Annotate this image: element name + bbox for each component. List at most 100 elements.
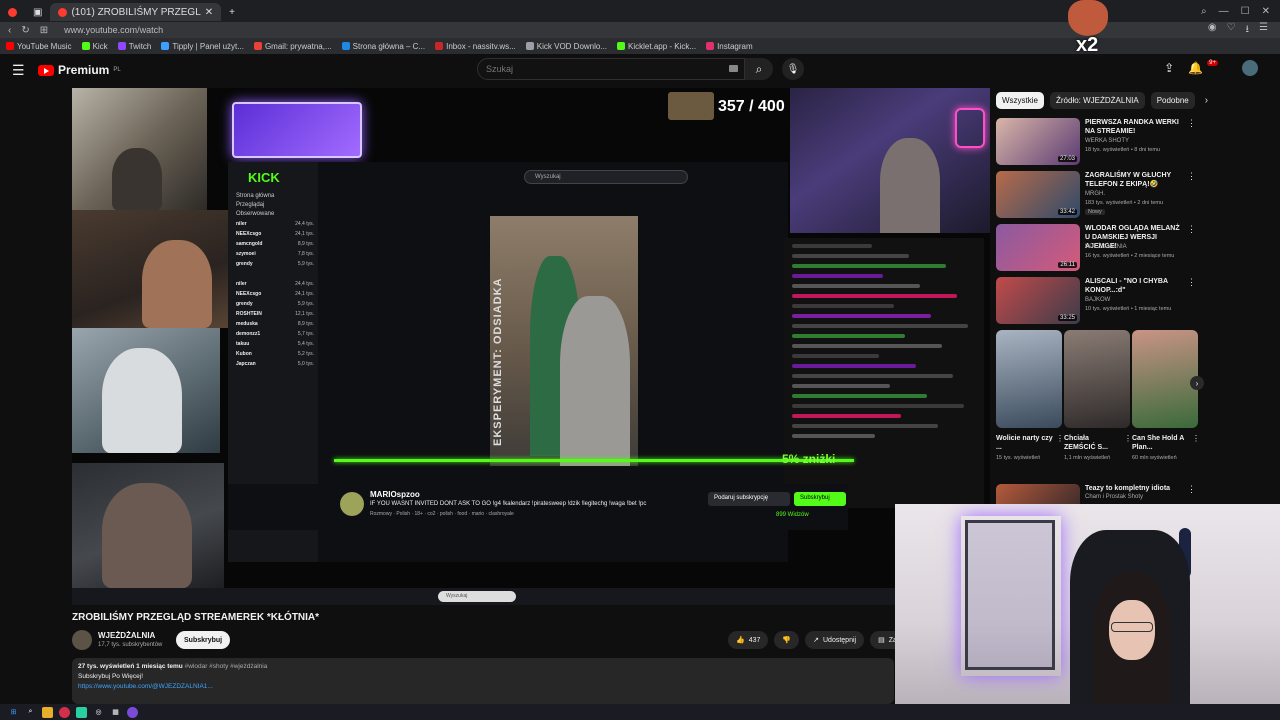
recommendation-channel[interactable]: Cham i Prostak Shoty — [1085, 494, 1143, 500]
opera-menu-icon[interactable] — [0, 3, 25, 21]
bookmark-item[interactable]: Strona główna – C... — [341, 42, 425, 51]
more-options-icon[interactable]: ⋮ — [1192, 434, 1200, 443]
recommendation-title[interactable]: ZAGRALIŚMY W GŁUCHY TELEFON Z EKIPĄ!🤣 — [1085, 171, 1185, 189]
recommendation-title[interactable]: ALISCALI - "NO I CHYBA KONOP...:d" — [1085, 277, 1185, 295]
obs-icon[interactable]: ◎ — [93, 707, 104, 718]
channel-avatar[interactable] — [72, 630, 92, 650]
short-title[interactable]: Wolicie narty czy ... — [996, 434, 1054, 452]
channel-name[interactable]: WJEŻDŻALNIA — [98, 631, 155, 640]
kick-channel-row: NEEXcsgo 24,1 tys. — [236, 231, 314, 237]
recommendation-item[interactable]: 33:42 ZAGRALIŚMY W GŁUCHY TELEFON Z EKIPĄ… — [996, 171, 1200, 221]
terminal-icon[interactable]: ▦ — [110, 707, 121, 718]
kick-channel-row: NEEXcsgo 24,1 tys. — [236, 291, 314, 297]
recommendation-thumbnail[interactable]: 27:03 — [996, 118, 1080, 165]
windows-start-icon[interactable]: ⊞ — [8, 707, 19, 718]
more-options-icon[interactable]: ⋮ — [1187, 118, 1196, 129]
description-link[interactable]: https://www.youtube.com/@WJEZDZALNIA1... — [78, 683, 213, 690]
short-thumbnail[interactable] — [1132, 330, 1198, 428]
maximize-icon[interactable]: ☐ — [1241, 6, 1250, 17]
video-duration: 33:42 — [1057, 209, 1077, 215]
bookmark-item[interactable]: Kicklet.app - Kick... — [617, 42, 696, 51]
account-avatar[interactable] — [1242, 60, 1258, 76]
new-tab-button[interactable]: + — [221, 3, 243, 21]
back-icon[interactable]: ‹ — [8, 25, 11, 36]
keyboard-icon[interactable] — [729, 65, 738, 72]
recommendation-thumbnail[interactable]: 33:25 — [996, 277, 1080, 324]
short-thumbnail[interactable] — [996, 330, 1062, 428]
bookmark-item[interactable]: Kick — [81, 42, 108, 51]
download-icon[interactable]: ⭳ — [1246, 22, 1250, 39]
bookmark-item[interactable]: Gmail: prywatna,... — [253, 42, 332, 51]
more-options-icon[interactable]: ⋮ — [1187, 277, 1196, 288]
recommendation-title[interactable]: PIERWSZA RANDKA WERKI NA STREAMIE! — [1085, 118, 1185, 136]
bookmark-item[interactable]: Instagram — [706, 42, 753, 51]
opera-icon[interactable] — [59, 706, 70, 718]
filter-chip[interactable]: Wszystkie — [996, 91, 1044, 109]
kick-logo-overlay — [232, 102, 362, 158]
kick-nav-item: Przeglądaj — [236, 202, 265, 208]
kick-channel-viewers: 24,4 tys. — [295, 221, 314, 227]
more-options-icon[interactable]: ⋮ — [1187, 484, 1196, 495]
search-tabs-icon[interactable]: ⌕ — [1201, 6, 1207, 17]
menu-icon[interactable]: ☰ — [1259, 22, 1268, 39]
file-explorer-icon[interactable] — [42, 706, 53, 718]
subscribe-button[interactable]: Subskrybuj — [176, 631, 231, 649]
url-field[interactable]: www.youtube.com/watch — [64, 25, 163, 35]
discord-icon[interactable] — [127, 706, 138, 718]
recommendation-item[interactable]: 27:03 PIERWSZA RANDKA WERKI NA STREAMIE! W… — [996, 118, 1200, 168]
chevron-right-icon[interactable]: › — [1205, 95, 1208, 106]
home-icon[interactable]: ⊞ — [40, 25, 48, 36]
tab-youtube[interactable]: (101) ZROBILIŚMY PRZEGL ✕ — [50, 3, 222, 21]
search-icon[interactable]: ⌕ — [25, 707, 36, 718]
upload-icon[interactable]: ⇪ — [1164, 61, 1174, 75]
recommendation-channel[interactable]: BAJKOW — [1085, 297, 1110, 303]
recommendation-item[interactable]: 26:11 WLODAR OGLĄDA MELANŻ U DAMSKIEJ WER… — [996, 224, 1200, 274]
chat-line — [792, 334, 905, 338]
bookmark-icon[interactable]: ♡ — [1227, 22, 1236, 39]
bookmark-item[interactable]: Tipply | Panel użyt... — [161, 42, 244, 51]
short-thumbnail[interactable] — [1064, 330, 1130, 428]
more-options-icon[interactable]: ⋮ — [1124, 434, 1132, 443]
recommendation-channel[interactable]: WERKA SHOTY — [1085, 138, 1129, 144]
bookmark-item[interactable]: Twitch — [117, 42, 151, 51]
hamburger-icon[interactable]: ☰ — [12, 62, 26, 79]
app-icon[interactable] — [76, 706, 87, 718]
recommendation-channel[interactable]: MRGH. — [1085, 191, 1105, 197]
short-title[interactable]: Chciała ZEMŚCIĆ S... — [1064, 434, 1122, 452]
filter-chip[interactable]: Źródło: WJEŻDŻALNIA — [1050, 91, 1145, 109]
short-title[interactable]: Can She Hold A Plan... — [1132, 434, 1190, 452]
youtube-premium-logo[interactable]: Premium PL — [38, 63, 121, 77]
notifications-icon[interactable]: 🔔 — [1188, 61, 1203, 75]
like-button[interactable]: 👍 437 — [728, 631, 769, 649]
voice-search-button[interactable]: 🎙 — [782, 58, 804, 80]
kick-channel-viewers: 5,7 tys. — [297, 331, 314, 337]
more-options-icon[interactable]: ⋮ — [1056, 434, 1064, 443]
close-window-icon[interactable]: ✕ — [1262, 6, 1270, 17]
bookmark-item[interactable]: Inbox - nassitv.ws... — [435, 42, 516, 51]
description-hashtags[interactable]: #wlodar #shoty #wjeżdżalnia — [185, 663, 268, 670]
recommendation-thumbnail[interactable]: 26:11 — [996, 224, 1080, 271]
close-tab-icon[interactable]: ✕ — [205, 7, 213, 18]
dislike-button[interactable]: 👎 — [774, 631, 800, 649]
bookmark-item[interactable]: YouTube Music — [6, 42, 72, 51]
bookmark-item[interactable]: Kick VOD Downlo... — [525, 42, 607, 51]
youtube-favicon-icon — [58, 7, 68, 17]
more-options-icon[interactable]: ⋮ — [1187, 224, 1196, 235]
search-button[interactable]: ⌕ — [745, 58, 773, 80]
minimize-icon[interactable]: — — [1219, 6, 1229, 17]
reload-icon[interactable]: ↻ — [21, 25, 29, 36]
video-description[interactable]: 27 tys. wyświetleń 1 miesiąc temu #wloda… — [72, 658, 894, 704]
recommendation-channel[interactable]: WJEŻDŻALNIA — [1085, 244, 1127, 250]
camera-icon[interactable]: ◉ — [1208, 22, 1217, 39]
recommendation-title[interactable]: Teazy to kompletny idiota — [1085, 484, 1185, 493]
tab-overview-icon[interactable]: ▣ — [25, 3, 50, 21]
shorts-next-button[interactable]: › — [1190, 376, 1204, 390]
video-player[interactable]: 357 / 400 KICK Strona główna Przeglądaj Ob… — [72, 88, 990, 605]
more-options-icon[interactable]: ⋮ — [1187, 171, 1196, 182]
recommendation-item[interactable]: 33:25 ALISCALI - "NO I CHYBA KONOP...:d" B… — [996, 277, 1200, 327]
share-button[interactable]: ↗ Udostępnij — [805, 631, 865, 649]
search-input[interactable]: Szukaj — [477, 58, 745, 80]
filter-chips: Wszystkie Źródło: WJEŻDŻALNIA Podobne › — [996, 90, 1208, 110]
filter-chip[interactable]: Podobne — [1150, 91, 1195, 109]
recommendation-thumbnail[interactable]: 33:42 — [996, 171, 1080, 218]
